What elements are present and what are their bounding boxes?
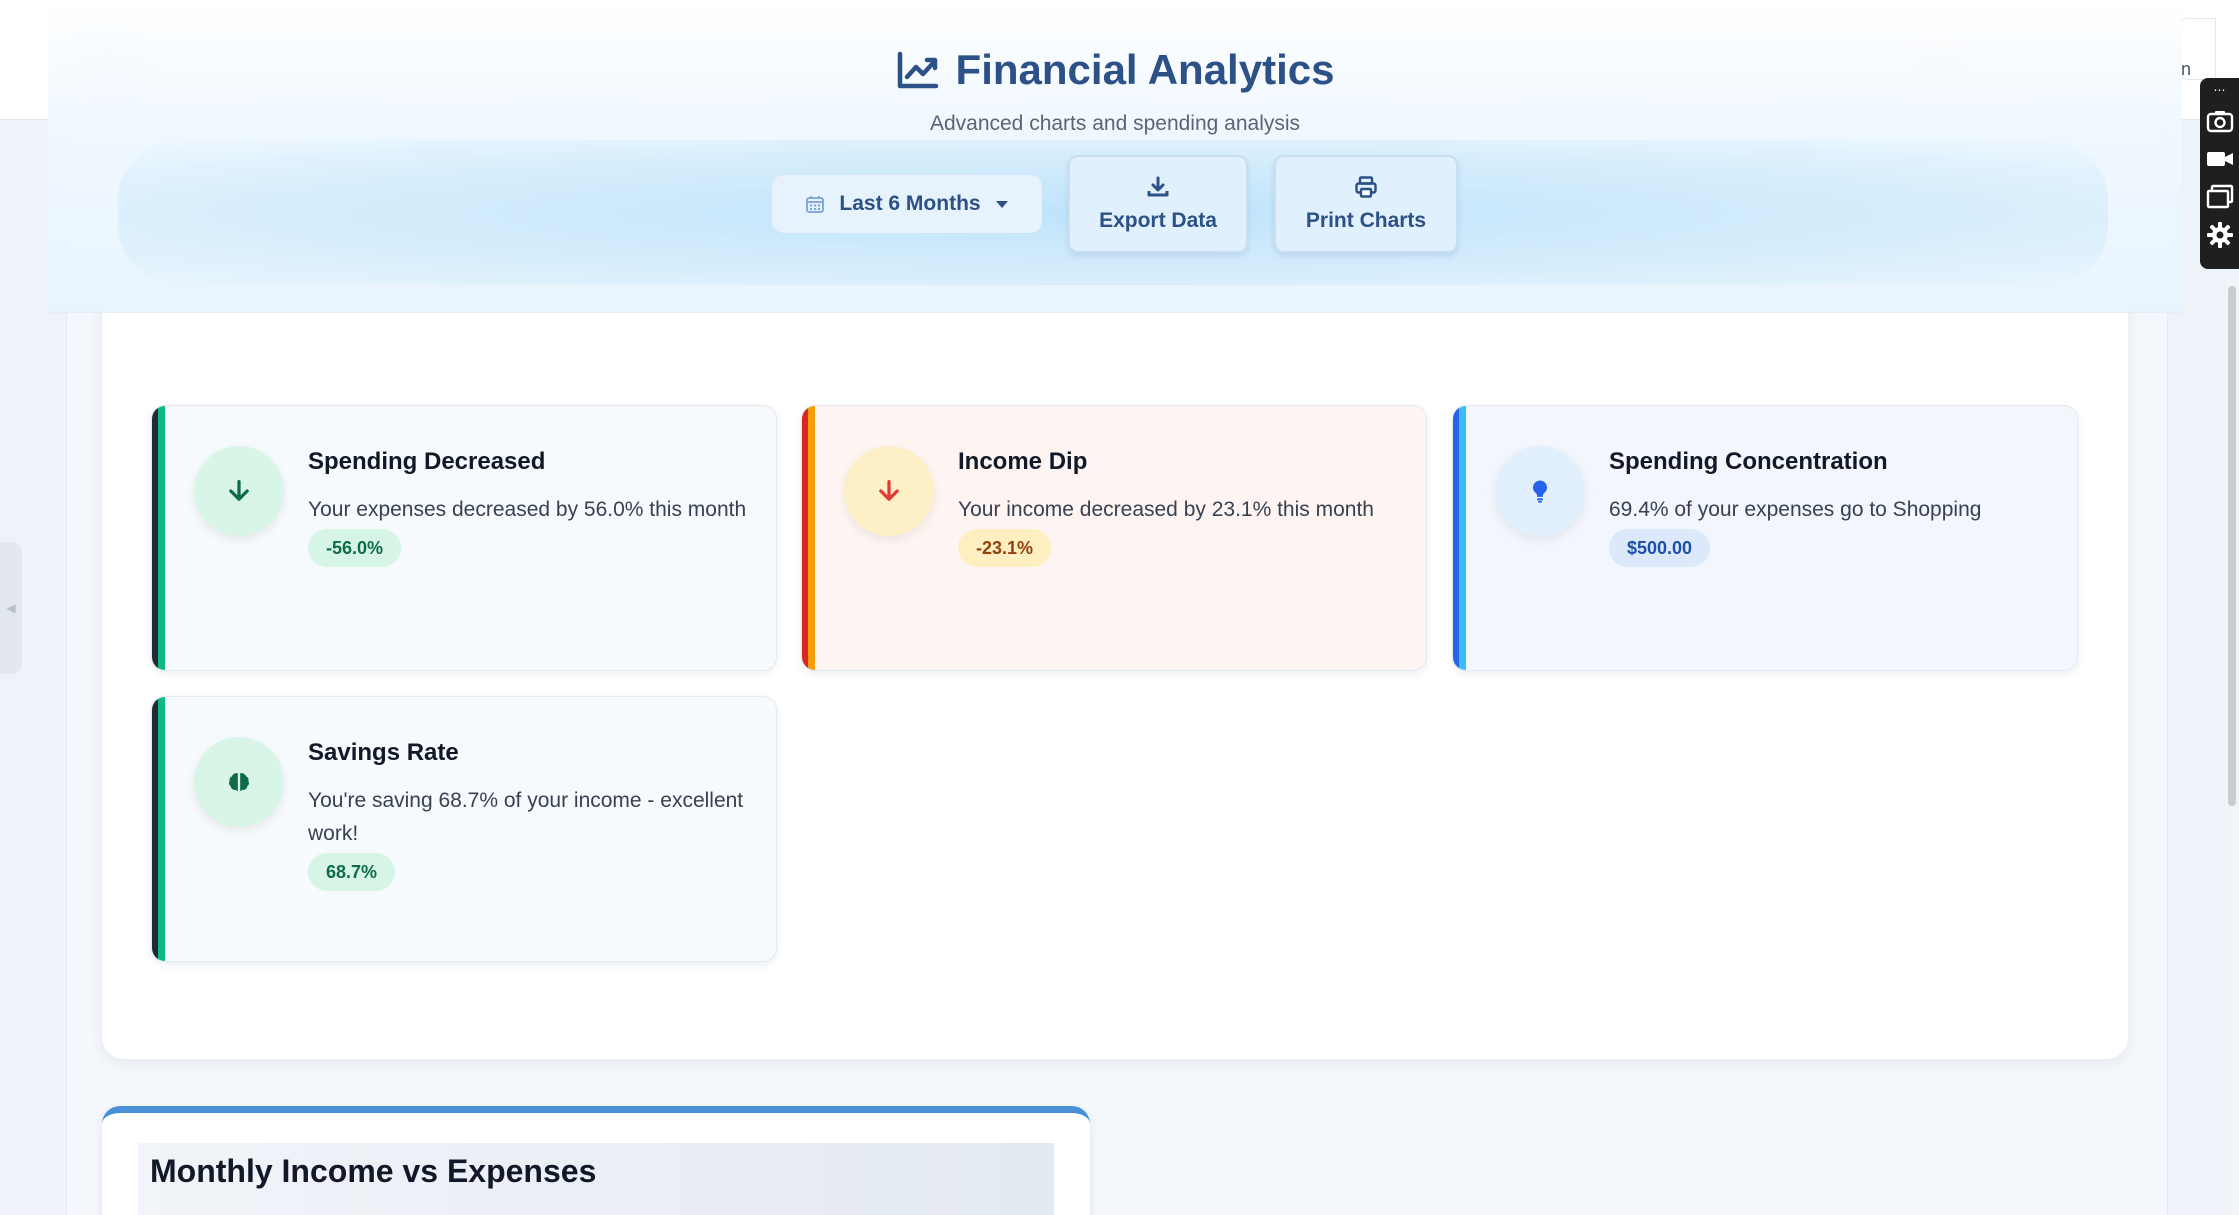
nav-edge-button[interactable]: n (2180, 18, 2216, 80)
chart-title: Monthly Income vs Expenses (150, 1153, 597, 1189)
insight-card-spending-concentration: Spending Concentration 69.4% of your exp… (1452, 405, 2078, 671)
camera-icon[interactable] (2205, 106, 2235, 136)
lightbulb-icon (1532, 480, 1548, 503)
page-title: Financial Analytics (955, 46, 1335, 93)
chevron-down-icon (995, 201, 1008, 208)
sidebar-toggle-tab[interactable]: ◀ (0, 542, 22, 674)
card-accent-bar (802, 406, 815, 670)
insight-title: Spending Concentration (1609, 448, 1888, 475)
screen-window-icon[interactable] (2205, 182, 2235, 212)
insight-card-savings-rate: Savings Rate You're saving 68.7% of your… (151, 696, 777, 962)
insight-card-spending-decreased: Spending Decreased Your expenses decreas… (151, 405, 777, 671)
insight-icon-circle (844, 446, 934, 536)
insight-badge: -23.1% (958, 529, 1052, 567)
nav-edge-button-label: n (2181, 59, 2192, 79)
insight-text: You're saving 68.7% of your income - exc… (308, 789, 744, 845)
insight-text: Your expenses decreased by 56.0% this mo… (308, 498, 747, 521)
calendar-icon (806, 196, 825, 213)
page-header: Financial Analytics Advanced charts and … (48, 0, 2182, 313)
insight-body: 69.4% of your expenses go to Shopping $5… (1609, 493, 2049, 567)
insight-title: Spending Decreased (308, 448, 546, 475)
header-controls: Last 6 Months Export Data Print Charts (48, 154, 2182, 254)
insight-badge: -56.0% (308, 529, 402, 567)
monthly-chart-card: Monthly Income vs Expenses (102, 1106, 1090, 1215)
card-accent-bar (152, 697, 165, 961)
insight-card-income-dip: Income Dip Your income decreased by 23.1… (801, 405, 1427, 671)
print-charts-label: Print Charts (1305, 209, 1427, 232)
card-accent-bar (152, 406, 165, 670)
insight-icon-circle (1495, 446, 1585, 536)
printer-icon (1355, 176, 1377, 198)
date-range-select[interactable]: Last 6 Months (772, 175, 1042, 233)
page-subtitle: Advanced charts and spending analysis (929, 112, 1301, 135)
brain-icon (228, 773, 250, 792)
date-range-label: Last 6 Months (839, 192, 981, 215)
insight-icon-circle (194, 446, 284, 536)
insight-body: Your expenses decreased by 56.0% this mo… (308, 493, 748, 567)
arrow-down-icon (229, 480, 249, 501)
chevron-left-icon: ◀ (6, 601, 16, 615)
export-data-button[interactable]: Export Data (1068, 155, 1248, 253)
print-charts-button[interactable]: Print Charts (1274, 155, 1458, 253)
insight-badge: 68.7% (308, 853, 396, 891)
arrow-down-icon (879, 480, 899, 501)
insight-body: You're saving 68.7% of your income - exc… (308, 784, 748, 891)
scrollbar-thumb[interactable] (2228, 286, 2236, 806)
floating-capture-toolbar: ⋯ (2200, 78, 2239, 269)
video-camera-icon[interactable] (2205, 144, 2235, 174)
link-icon[interactable]: ⋯ (2214, 82, 2226, 98)
title-row: Financial Analytics (48, 42, 2182, 98)
insight-text: 69.4% of your expenses go to Shopping (1609, 498, 1982, 521)
download-icon (1147, 176, 1169, 197)
insight-icon-circle (194, 737, 284, 827)
page: n ◀ Spending Decreased Your expenses dec… (0, 0, 2239, 1215)
insight-body: Your income decreased by 23.1% this mont… (958, 493, 1398, 567)
card-accent-bar (1453, 406, 1466, 670)
export-data-label: Export Data (1099, 209, 1217, 232)
insight-title: Income Dip (958, 448, 1088, 475)
insight-badge: $500.00 (1609, 529, 1711, 567)
gear-icon[interactable] (2205, 220, 2235, 250)
insight-text: Your income decreased by 23.1% this mont… (958, 498, 1374, 521)
insight-title: Savings Rate (308, 739, 459, 766)
chart-line-icon (897, 51, 938, 89)
